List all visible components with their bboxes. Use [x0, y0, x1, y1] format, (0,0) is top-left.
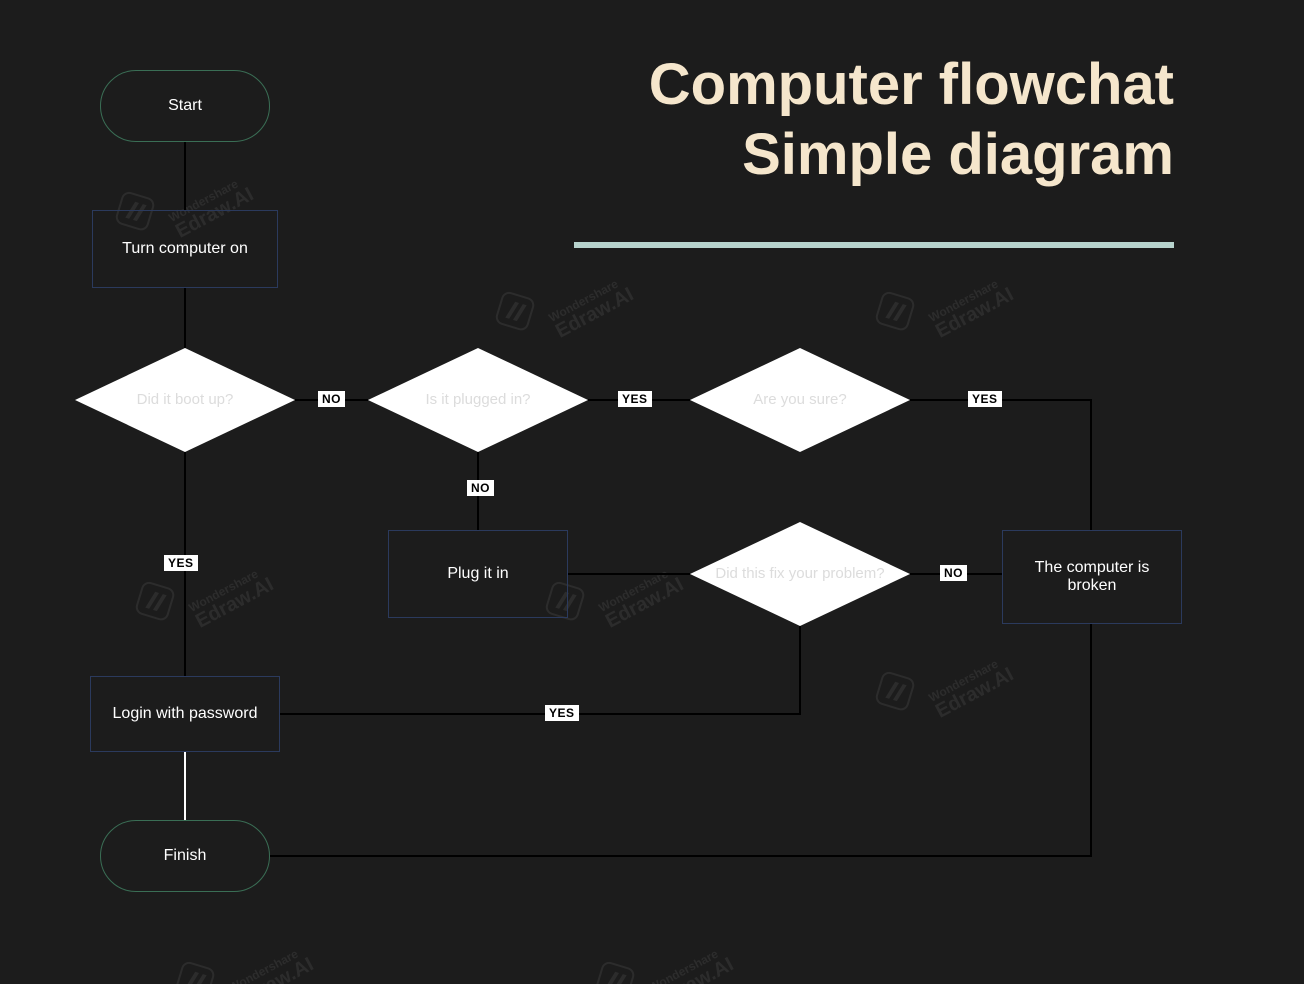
node-login-label: Login with password — [113, 705, 258, 723]
edge-plugit-to-fixed — [568, 573, 690, 575]
edge-fixed-yes-h — [280, 713, 801, 715]
label-boot-no: NO — [318, 391, 345, 407]
title-line-1: Computer flowchat — [649, 50, 1174, 120]
node-login[interactable]: Login with password — [90, 676, 280, 752]
label-boot-yes: YES — [164, 555, 198, 571]
node-turn-on-label: Turn computer on — [122, 240, 248, 258]
watermark: WondershareEdraw.AI — [872, 244, 1017, 363]
label-fixed-no: NO — [940, 565, 967, 581]
watermark: WondershareEdraw.AI — [132, 534, 277, 653]
node-sure-label: Are you sure? — [753, 391, 846, 409]
label-sure-yes: YES — [968, 391, 1002, 407]
watermark: WondershareEdraw.AI — [492, 244, 637, 363]
node-start[interactable]: Start — [100, 70, 270, 142]
node-fixed[interactable]: Did this fix your problem? — [690, 522, 910, 626]
edge-fixed-yes-v — [799, 626, 801, 714]
diagram-title: Computer flowchat Simple diagram — [649, 50, 1174, 189]
edge-login-to-finish — [184, 752, 186, 820]
edge-broken-h — [270, 855, 1092, 857]
edge-broken-v — [1090, 624, 1092, 855]
node-plugged-label: Is it plugged in? — [425, 391, 530, 409]
node-plug-it-in[interactable]: Plug it in — [388, 530, 568, 618]
title-underline — [574, 242, 1174, 248]
node-boot-label: Did it boot up? — [137, 391, 234, 409]
node-boot[interactable]: Did it boot up? — [75, 348, 295, 452]
node-start-label: Start — [168, 97, 202, 115]
node-finish[interactable]: Finish — [100, 820, 270, 892]
node-fixed-label: Did this fix your problem? — [715, 565, 884, 583]
node-plugged[interactable]: Is it plugged in? — [368, 348, 588, 452]
diagram-canvas: Computer flowchat Simple diagram Wonders… — [0, 0, 1304, 984]
node-sure[interactable]: Are you sure? — [690, 348, 910, 452]
node-broken-label: The computer is broken — [1011, 559, 1173, 595]
watermark: WondershareEdraw.AI — [172, 914, 317, 984]
node-plug-it-in-label: Plug it in — [447, 565, 508, 583]
title-line-2: Simple diagram — [649, 120, 1174, 190]
node-finish-label: Finish — [164, 847, 207, 865]
watermark: WondershareEdraw.AI — [592, 914, 737, 984]
label-plugged-yes: YES — [618, 391, 652, 407]
edge-sure-yes-v — [1090, 399, 1092, 530]
node-turn-on[interactable]: Turn computer on — [92, 210, 278, 288]
edge-start-to-turnon — [184, 142, 186, 210]
watermark: WondershareEdraw.AI — [872, 624, 1017, 743]
label-fixed-yes: YES — [545, 705, 579, 721]
label-plugged-no: NO — [467, 480, 494, 496]
edge-turnon-to-boot — [184, 288, 186, 348]
node-broken[interactable]: The computer is broken — [1002, 530, 1182, 624]
